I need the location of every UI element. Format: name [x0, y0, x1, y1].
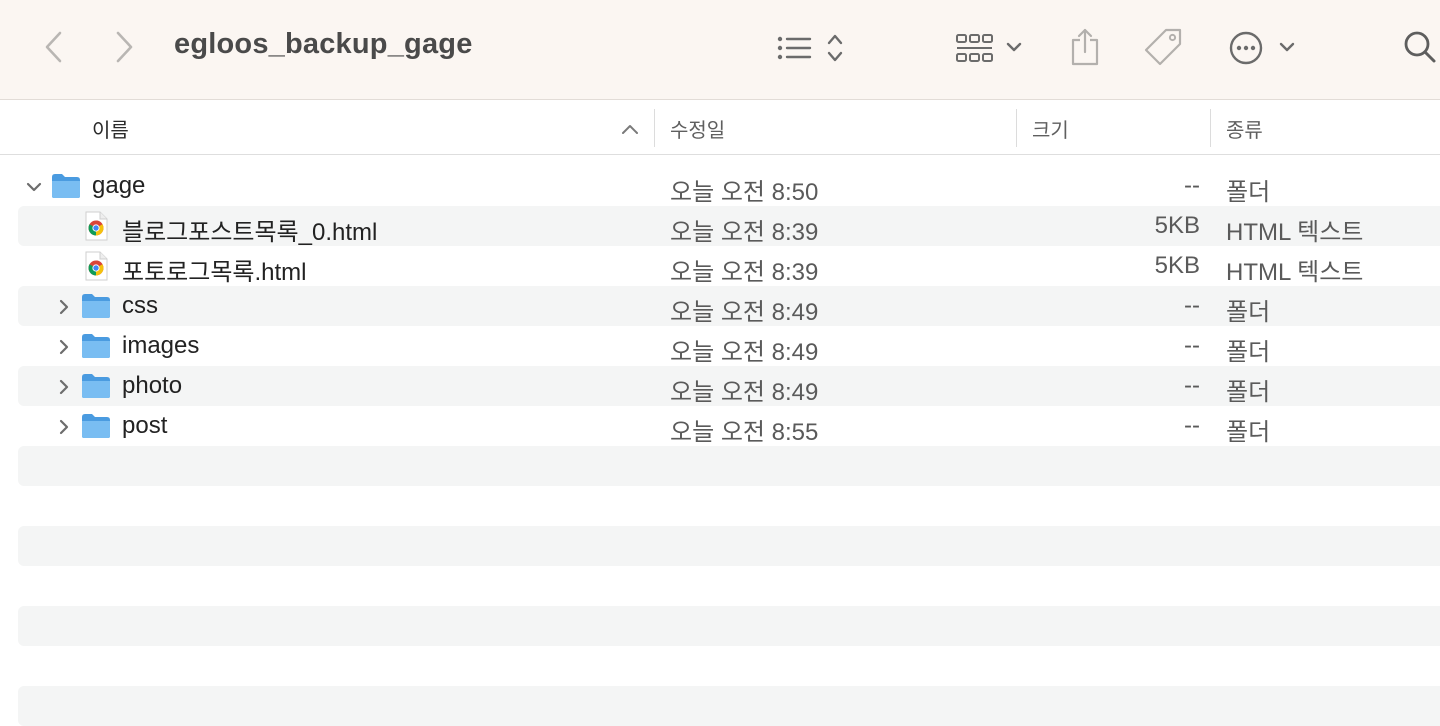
file-modified-date: 오늘 오전 8:49 [670, 299, 819, 326]
view-mode-button[interactable] [772, 28, 852, 68]
empty-row [18, 486, 1440, 526]
column-header-kind[interactable]: 종류 [1226, 101, 1263, 155]
folder-icon [80, 292, 112, 327]
group-button[interactable] [950, 28, 1030, 68]
file-modified-date: 오늘 오전 8:50 [670, 179, 819, 206]
column-header-modified[interactable]: 수정일 [670, 101, 725, 155]
file-kind: 폴더 [1226, 419, 1271, 446]
file-kind: 폴더 [1226, 339, 1271, 366]
chrome-html-file-icon [83, 211, 109, 248]
file-row[interactable]: css 오늘 오전 8:49 -- 폴더 [18, 286, 1440, 326]
toolbar: egloos_backup_gage [0, 0, 1440, 100]
column-divider[interactable] [1016, 109, 1017, 147]
file-size: 5KB [1154, 252, 1200, 279]
disclosure-expanded-icon[interactable] [24, 176, 44, 196]
search-icon [1404, 31, 1436, 63]
column-divider[interactable] [654, 109, 655, 147]
chevron-right-icon [116, 31, 133, 63]
file-row[interactable]: 포토로그목록.html 오늘 오전 8:39 5KB HTML 텍스트 [18, 246, 1440, 286]
share-button[interactable] [1064, 24, 1106, 70]
back-button[interactable] [34, 26, 74, 68]
ellipsis-circle-icon [1229, 31, 1295, 65]
column-divider[interactable] [1210, 109, 1211, 147]
file-modified-date: 오늘 오전 8:49 [670, 339, 819, 366]
more-actions-button[interactable] [1226, 26, 1302, 70]
disclosure-collapsed-icon[interactable] [54, 336, 74, 356]
file-size: -- [1184, 172, 1200, 199]
disclosure-collapsed-icon[interactable] [54, 296, 74, 316]
list-view-icon [777, 34, 843, 62]
file-kind: 폴더 [1226, 299, 1271, 326]
file-row[interactable]: photo 오늘 오전 8:49 -- 폴더 [18, 366, 1440, 406]
folder-icon [80, 332, 112, 367]
file-name[interactable]: 블로그포스트목록_0.html [122, 212, 377, 247]
file-size: -- [1184, 292, 1200, 319]
file-size: 5KB [1154, 212, 1200, 239]
file-modified-date: 오늘 오전 8:39 [670, 259, 819, 286]
file-modified-date: 오늘 오전 8:49 [670, 379, 819, 406]
file-name[interactable]: 포토로그목록.html [122, 252, 307, 287]
tag-button[interactable] [1140, 24, 1186, 70]
empty-row [18, 646, 1440, 686]
column-header-bar: 이름 수정일 크기 종류 [0, 101, 1440, 155]
file-name[interactable]: gage [92, 172, 145, 200]
file-row[interactable]: images 오늘 오전 8:49 -- 폴더 [18, 326, 1440, 366]
folder-icon [80, 412, 112, 447]
file-row[interactable]: post 오늘 오전 8:55 -- 폴더 [18, 406, 1440, 446]
file-size: -- [1184, 372, 1200, 399]
file-name[interactable]: post [122, 412, 167, 440]
empty-row [18, 566, 1440, 606]
file-modified-date: 오늘 오전 8:55 [670, 419, 819, 446]
file-modified-date: 오늘 오전 8:39 [670, 219, 819, 246]
file-size: -- [1184, 412, 1200, 439]
empty-row [18, 606, 1440, 646]
folder-icon [80, 372, 112, 407]
empty-row [18, 526, 1440, 566]
disclosure-collapsed-icon[interactable] [54, 376, 74, 396]
empty-row [18, 446, 1440, 486]
file-size: -- [1184, 332, 1200, 359]
folder-icon [50, 172, 82, 207]
file-name[interactable]: css [122, 292, 158, 320]
disclosure-collapsed-icon[interactable] [54, 416, 74, 436]
file-kind: HTML 텍스트 [1226, 259, 1364, 286]
file-name[interactable]: images [122, 332, 199, 360]
file-row[interactable]: 블로그포스트목록_0.html 오늘 오전 8:39 5KB HTML 텍스트 [18, 206, 1440, 246]
file-kind: HTML 텍스트 [1226, 219, 1364, 246]
file-kind: 폴더 [1226, 179, 1271, 206]
file-row[interactable]: gage 오늘 오전 8:50 -- 폴더 [18, 166, 1440, 206]
forward-button[interactable] [104, 26, 144, 68]
chrome-html-file-icon [83, 251, 109, 288]
search-button[interactable] [1398, 26, 1440, 68]
column-header-name[interactable]: 이름 [92, 101, 129, 155]
tag-icon [1144, 28, 1182, 66]
grid-group-icon [956, 34, 1022, 62]
column-header-size[interactable]: 크기 [1032, 101, 1069, 155]
sort-ascending-icon[interactable] [618, 117, 642, 141]
empty-row [18, 686, 1440, 726]
file-kind: 폴더 [1226, 379, 1271, 406]
share-icon [1071, 28, 1099, 66]
file-name[interactable]: photo [122, 372, 182, 400]
window-title: egloos_backup_gage [174, 28, 473, 60]
chevron-left-icon [45, 31, 62, 63]
